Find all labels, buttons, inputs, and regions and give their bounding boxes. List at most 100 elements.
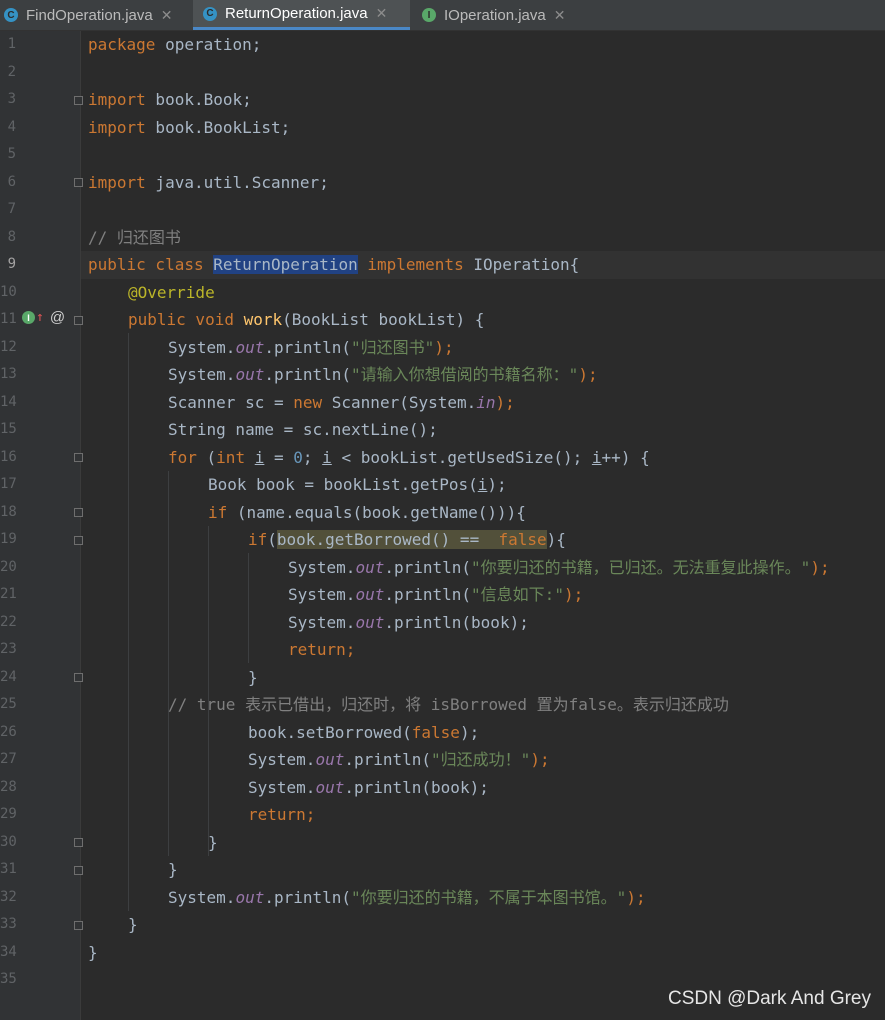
indent-guide [248,553,249,663]
line-number: 27 [0,751,17,767]
code-line[interactable]: book.setBorrowed(false); [248,719,885,747]
line-number: 35 [0,971,17,987]
code-line[interactable]: } [88,939,885,967]
code-line[interactable]: @Override [128,279,885,307]
line-number: 8 [7,228,16,245]
line-number: 21 [0,586,17,602]
fold-marker-icon[interactable] [74,316,83,325]
line-number: 16 [0,448,17,465]
code-line[interactable]: // true 表示已借出，归还时，将 isBorrowed 置为false。表… [168,691,885,719]
line-number: 4 [7,118,16,135]
tab-return-operation[interactable]: C ReturnOperation.java ✕ [193,0,410,30]
line-number: 26 [0,723,17,740]
indent-guide [168,471,169,856]
line-number: 3 [7,91,16,107]
code-line[interactable]: return; [288,636,885,664]
code-line-current[interactable]: public class ReturnOperation implements … [81,251,885,279]
highlighted-expression: book.getBorrowed() == [276,530,499,549]
line-number: 12 [0,338,17,355]
fold-marker-icon[interactable] [74,96,83,105]
line-number: 19 [0,531,17,547]
line-number: 32 [0,888,17,905]
code-line[interactable]: String name = sc.nextLine(); [168,416,885,444]
line-number: 28 [0,778,17,795]
line-number: 5 [7,146,16,162]
code-line[interactable]: System.out.println(book); [248,774,885,802]
fold-marker-icon[interactable] [74,178,83,187]
fold-marker-icon[interactable] [74,921,83,930]
code-line[interactable]: System.out.println("你要归还的书籍，已归还。无法重复此操作。… [288,554,885,582]
indent-guide [128,333,129,911]
line-number: 18 [0,503,17,520]
class-file-icon: C [203,6,217,21]
line-number: 9 [7,256,16,272]
code-line[interactable]: Scanner sc = new Scanner(System.in); [168,389,885,417]
code-line[interactable]: } [248,664,885,692]
line-number: 17 [0,476,17,492]
line-number: 22 [0,613,17,630]
editor-tab-bar: C FindOperation.java ✕ C ReturnOperation… [0,0,885,31]
code-line[interactable]: if(book.getBorrowed() == false){ [248,526,885,554]
code-line[interactable]: } [168,856,885,884]
line-number: 20 [0,558,17,575]
tab-find-operation[interactable]: C FindOperation.java ✕ [0,0,191,30]
line-number: 30 [0,833,17,850]
code-line[interactable]: System.out.println("请输入你想借阅的书籍名称："); [168,361,885,389]
line-number: 25 [0,696,17,712]
fold-marker-icon[interactable] [74,866,83,875]
fold-marker-icon[interactable] [74,673,83,682]
code-line[interactable]: import book.BookList; [88,114,885,142]
code-line[interactable]: package operation; [88,31,885,59]
code-line[interactable]: import java.util.Scanner; [88,169,885,197]
close-icon[interactable]: ✕ [161,7,173,24]
code-line[interactable]: System.out.println("归还成功！"); [248,746,885,774]
code-editor[interactable]: 1 2 3 4 5 6 7 8 9 10 11 12 13 14 15 16 1… [0,31,885,1020]
code-line[interactable]: for (int i = 0; i < bookList.getUsedSize… [168,444,885,472]
line-number: 1 [7,36,16,52]
code-line[interactable]: System.out.println("信息如下:"); [288,581,885,609]
line-number: 10 [0,283,17,300]
fold-marker-icon[interactable] [74,838,83,847]
line-number: 34 [0,943,17,960]
tab-label: IOperation.java [444,6,546,24]
tab-label: ReturnOperation.java [225,5,368,22]
line-number: 6 [7,173,16,190]
code-line[interactable]: } [208,829,885,857]
gutter-markers: I ↑ @ [22,309,65,326]
line-number: 2 [7,63,16,80]
code-line[interactable]: } [128,911,885,939]
code-line[interactable]: return; [248,801,885,829]
arrow-up-icon[interactable]: ↑ [36,310,44,325]
code-line[interactable]: public void work(BookList bookList) { [128,306,885,334]
code-line[interactable]: // 归还图书 [88,224,885,252]
implements-method-icon[interactable]: I [22,311,35,324]
watermark: CSDN @Dark And Grey [667,988,871,1009]
fold-marker-icon[interactable] [74,453,83,462]
interface-file-icon: I [422,8,436,22]
line-number: 31 [0,861,17,877]
code-line[interactable]: System.out.println("你要归还的书籍，不属于本图书馆。"); [168,884,885,912]
code-line[interactable]: Book book = bookList.getPos(i); [208,471,885,499]
line-number: 7 [7,201,16,217]
tab-ioperation[interactable]: I IOperation.java ✕ [412,0,587,30]
close-icon[interactable]: ✕ [554,7,566,24]
annotation-at-icon: @ [49,309,66,326]
fold-marker-icon[interactable] [74,536,83,545]
code-line[interactable]: System.out.println(book); [288,609,885,637]
close-icon[interactable]: ✕ [376,5,388,22]
selected-identifier: ReturnOperation [213,255,358,274]
line-number: 23 [0,641,17,657]
tab-label: FindOperation.java [26,6,153,24]
line-number: 11 [0,311,17,327]
line-number: 29 [0,806,17,822]
gutter: 1 2 3 4 5 6 7 8 9 10 11 12 13 14 15 16 1… [0,31,80,1020]
line-number: 13 [0,366,17,382]
line-number: 14 [0,393,17,410]
line-number: 24 [0,668,17,685]
line-number: 15 [0,421,17,437]
fold-marker-icon[interactable] [74,508,83,517]
code-line[interactable]: System.out.println("归还图书"); [168,334,885,362]
code-line[interactable]: import book.Book; [88,86,885,114]
code-line[interactable]: if (name.equals(book.getName())){ [208,499,885,527]
class-file-icon: C [4,8,18,22]
